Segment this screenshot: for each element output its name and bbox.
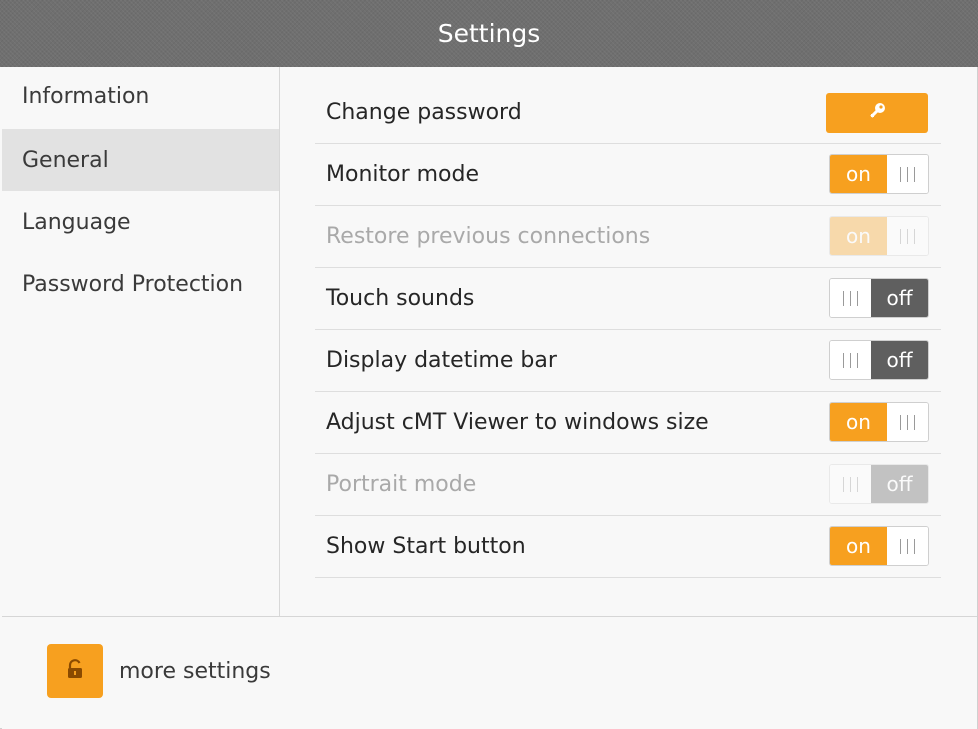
- setting-row-datetime-bar: Display datetime bar off: [315, 330, 941, 392]
- setting-row-change-password: Change password: [315, 81, 941, 144]
- toggle-grip-icon: [830, 465, 871, 503]
- unlock-icon: [66, 659, 84, 683]
- sidebar-item-language[interactable]: Language: [2, 191, 279, 253]
- sidebar-item-password-protection[interactable]: Password Protection: [2, 253, 279, 315]
- setting-row-adjust-viewer: Adjust cMT Viewer to windows size on: [315, 392, 941, 454]
- setting-label: Show Start button: [326, 534, 526, 559]
- setting-label: Adjust cMT Viewer to windows size: [326, 410, 709, 435]
- sidebar-item-general[interactable]: General: [2, 129, 279, 191]
- setting-label: Display datetime bar: [326, 348, 557, 373]
- toggle-on-label: on: [830, 527, 887, 565]
- settings-content: Change password Monitor mode on Restore …: [280, 67, 977, 616]
- sidebar-item-label: Language: [22, 209, 131, 235]
- show-start-toggle[interactable]: on: [829, 526, 929, 566]
- setting-row-portrait-mode: Portrait mode off: [315, 454, 941, 516]
- toggle-grip-icon: [830, 341, 871, 379]
- portrait-mode-toggle: off: [829, 464, 929, 504]
- toggle-grip-icon: [830, 279, 871, 317]
- key-icon: [866, 100, 888, 126]
- setting-row-restore-connections: Restore previous connections on: [315, 206, 941, 268]
- toggle-grip-icon: [887, 217, 928, 255]
- restore-connections-toggle: on: [829, 216, 929, 256]
- settings-window: Settings Information General Language Pa…: [0, 0, 978, 729]
- setting-label: Restore previous connections: [326, 224, 651, 249]
- setting-label: Touch sounds: [326, 286, 475, 311]
- toggle-grip-icon: [887, 403, 928, 441]
- more-settings-label[interactable]: more settings: [119, 650, 271, 692]
- window-titlebar: Settings: [0, 0, 978, 67]
- settings-footer: more settings: [2, 616, 977, 729]
- sidebar-item-label: Information: [22, 84, 150, 109]
- toggle-off-label: off: [871, 279, 928, 317]
- toggle-on-label: on: [830, 403, 887, 441]
- datetime-bar-toggle[interactable]: off: [829, 340, 929, 380]
- sidebar-item-label: General: [22, 147, 109, 173]
- toggle-off-label: off: [871, 465, 928, 503]
- toggle-grip-icon: [887, 155, 928, 193]
- adjust-viewer-toggle[interactable]: on: [829, 402, 929, 442]
- toggle-off-label: off: [871, 341, 928, 379]
- setting-row-touch-sounds: Touch sounds off: [315, 268, 941, 330]
- more-settings-button[interactable]: [47, 644, 103, 698]
- sidebar-item-information[interactable]: Information: [2, 67, 279, 129]
- window-title: Settings: [437, 19, 541, 48]
- toggle-on-label: on: [830, 155, 887, 193]
- toggle-grip-icon: [887, 527, 928, 565]
- change-password-button[interactable]: [826, 93, 928, 133]
- setting-row-monitor-mode: Monitor mode on: [315, 144, 941, 206]
- touch-sounds-toggle[interactable]: off: [829, 278, 929, 318]
- setting-label: Portrait mode: [326, 472, 477, 497]
- monitor-mode-toggle[interactable]: on: [829, 154, 929, 194]
- setting-label: Change password: [326, 100, 522, 125]
- settings-sidebar: Information General Language Password Pr…: [2, 67, 280, 616]
- setting-row-show-start: Show Start button on: [315, 516, 941, 578]
- toggle-on-label: on: [830, 217, 887, 255]
- sidebar-item-label: Password Protection: [22, 271, 244, 297]
- setting-label: Monitor mode: [326, 162, 480, 187]
